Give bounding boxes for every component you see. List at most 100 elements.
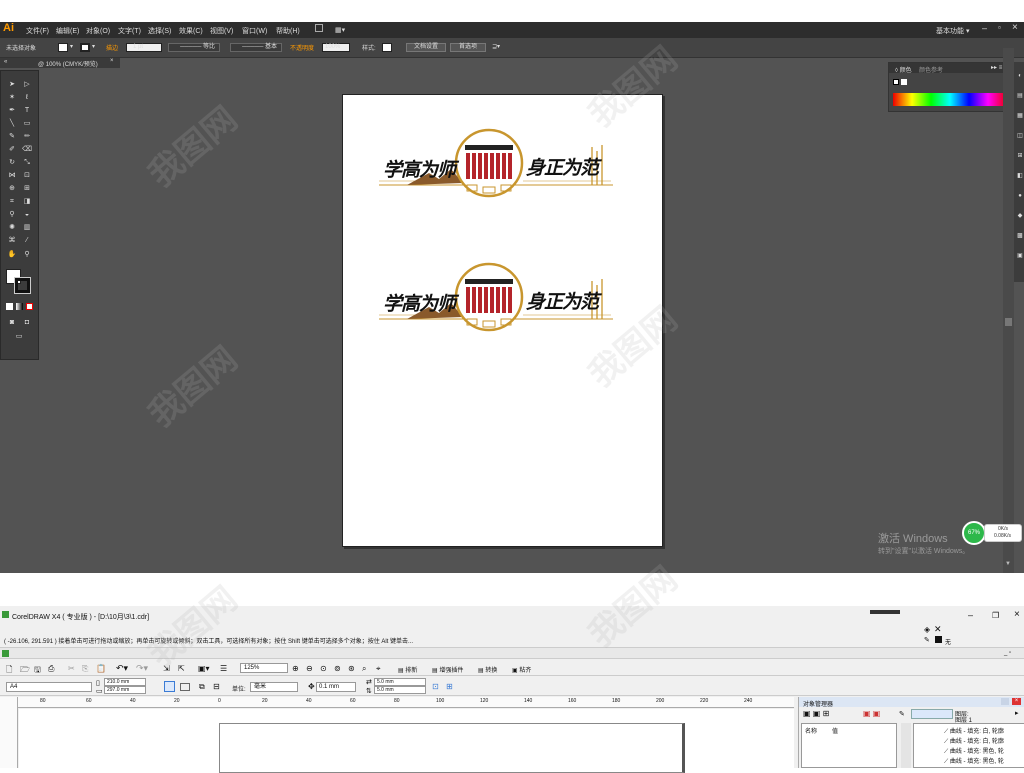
menu-select[interactable]: 选择(S) xyxy=(148,26,171,36)
layer-view-buttons[interactable] xyxy=(911,709,953,719)
redo-icon[interactable]: ↷▾ xyxy=(136,663,148,674)
object-row-2[interactable]: ⟋ 曲线 - 填充: 白, 轮廓 xyxy=(944,736,1004,746)
panel-collapse-icon[interactable]: « xyxy=(4,59,7,65)
cd-restore-icon[interactable]: ❐ xyxy=(992,611,999,620)
gradient-tool-icon[interactable]: ◨ xyxy=(22,198,32,206)
preferences-button[interactable]: 首选项 xyxy=(450,43,486,52)
menu-edit[interactable]: 编辑(E) xyxy=(56,26,79,36)
docker-collapse-icon[interactable] xyxy=(1001,698,1009,705)
artboard[interactable]: 学高为师 身正为范 学高为师 身正为范 xyxy=(342,94,663,547)
panel-icon-4[interactable]: ◫ xyxy=(1015,132,1024,140)
screen-mode-icon[interactable]: ▭ xyxy=(14,333,24,341)
document-setup-button[interactable]: 文档设置 xyxy=(406,43,446,52)
mesh-tool-icon[interactable]: ⌗ xyxy=(7,198,17,206)
tab-close-icon[interactable]: × xyxy=(110,58,114,64)
line-tool-icon[interactable]: ╲ xyxy=(7,120,17,128)
undo-icon[interactable]: ↶▾ xyxy=(116,663,128,674)
view-icon-1[interactable]: ▣ ▣ ⊞ xyxy=(803,709,829,718)
gradient-mode-icon[interactable] xyxy=(16,303,23,310)
close-icon[interactable]: × xyxy=(1012,22,1018,33)
panel-icon-1[interactable]: ◐ xyxy=(1015,72,1024,80)
eyedropper-icon[interactable]: ⚲ xyxy=(7,211,17,219)
menu-type[interactable]: 文字(T) xyxy=(118,26,141,36)
perspective-grid-icon[interactable]: ⊞ xyxy=(22,185,32,193)
net-percent-badge[interactable]: 67% xyxy=(962,521,986,545)
panel-stroke-swatch[interactable] xyxy=(901,79,907,85)
zoom-all-icon[interactable]: ⊚ xyxy=(334,664,341,673)
cut-icon[interactable]: ✂ xyxy=(68,664,75,673)
restore-icon[interactable]: ▫ xyxy=(998,23,1001,32)
hand-tool-icon[interactable]: ✋ xyxy=(7,251,17,259)
menu-view[interactable]: 视图(V) xyxy=(210,26,233,36)
plugin-btn-2[interactable]: ▤ 增强插件 xyxy=(432,665,463,674)
export-icon[interactable]: ⇱ xyxy=(178,664,185,673)
object-row-1[interactable]: ⟋ 曲线 - 填充: 白, 轮廓 xyxy=(944,726,1004,736)
cd-drawing-area[interactable] xyxy=(19,709,794,773)
layer-manager-icon[interactable]: ✎ xyxy=(899,710,905,718)
zoom-height-icon[interactable]: ⌖ xyxy=(376,664,381,674)
outline-swatch[interactable] xyxy=(935,636,942,643)
free-transform-icon[interactable]: ⊡ xyxy=(22,172,32,180)
app-launcher-icon[interactable]: ▣▾ xyxy=(198,664,210,673)
panel-icon-2[interactable]: ▤ xyxy=(1015,92,1024,100)
print-icon[interactable]: ⎙ xyxy=(48,664,54,674)
stroke-weight-field[interactable]: 1 pt xyxy=(126,43,162,52)
zoom-level-dropdown[interactable]: 125% xyxy=(240,663,288,673)
zoom-selected-icon[interactable]: ⊙ xyxy=(320,664,327,673)
type-tool-icon[interactable]: T xyxy=(22,107,32,115)
eraser-icon[interactable]: ⌫ xyxy=(22,146,32,154)
color-spectrum[interactable] xyxy=(893,93,1007,106)
rotate-tool-icon[interactable]: ↻ xyxy=(7,159,17,167)
zoom-out-icon[interactable]: ⊖ xyxy=(306,664,313,673)
vertical-scrollbar[interactable]: ▼ xyxy=(1003,48,1014,573)
panel-icon-6[interactable]: ◧ xyxy=(1015,172,1024,180)
panel-icon-3[interactable]: ▦ xyxy=(1015,112,1024,120)
magic-wand-icon[interactable]: ✶ xyxy=(7,94,17,102)
rectangle-tool-icon[interactable]: ▭ xyxy=(22,120,32,128)
portrait-icon[interactable] xyxy=(164,681,175,692)
scale-tool-icon[interactable]: ⤡ xyxy=(22,159,32,167)
cd-close-icon[interactable]: × xyxy=(1014,609,1020,620)
panel-fill-swatch[interactable] xyxy=(893,79,899,85)
blend-tool-icon[interactable]: ◒ xyxy=(22,211,32,219)
color-guide-tab[interactable]: 颜色参考 xyxy=(919,65,943,74)
snap-icon[interactable]: ⊡ xyxy=(432,682,439,691)
new-doc-icon[interactable]: 🗋 xyxy=(6,664,12,678)
panel-icon-5[interactable]: ⊞ xyxy=(1015,152,1024,160)
page-height-field[interactable]: 297.0 mm xyxy=(104,686,146,694)
draw-behind-icon[interactable]: ◘ xyxy=(22,319,32,327)
none-mode-icon[interactable] xyxy=(26,303,33,310)
menu-help[interactable]: 帮助(H) xyxy=(276,26,300,36)
all-pages-icon[interactable]: ⧉ xyxy=(199,682,205,692)
zoom-tool-icon[interactable]: ⚲ xyxy=(22,251,32,259)
plugin-btn-3[interactable]: ▤ 转换 xyxy=(478,665,497,674)
arrange-docs-icon[interactable]: ▦▾ xyxy=(335,26,345,34)
draw-normal-icon[interactable]: ◙ xyxy=(7,319,17,327)
pen-tool-icon[interactable]: ✒ xyxy=(7,107,17,115)
selection-tool-icon[interactable]: ➤ xyxy=(7,81,17,89)
stroke-label[interactable]: 描边 xyxy=(106,43,118,52)
panel-menu-icon[interactable]: ▸▸ ≡ xyxy=(991,64,1002,71)
menu-file[interactable]: 文件(F) xyxy=(26,26,49,36)
cd-minimize-icon[interactable]: – xyxy=(968,610,973,620)
no-fill-icon[interactable]: ✕ xyxy=(934,624,942,635)
zoom-page-icon[interactable]: ⊛ xyxy=(348,664,355,673)
save-icon[interactable]: 🖫 xyxy=(34,664,41,678)
plugin-btn-1[interactable]: ▤ 排新 xyxy=(398,665,417,674)
pencil-icon[interactable]: ✏ xyxy=(22,133,32,141)
minimize-icon[interactable]: – xyxy=(982,23,987,33)
shape-builder-icon[interactable]: ⊕ xyxy=(7,185,17,193)
view-icon-2[interactable]: ▣ ▣ xyxy=(863,709,880,718)
object-row-4[interactable]: ⟋ 曲线 - 填充: 黑色, 轮 xyxy=(944,756,1004,766)
zoom-width-icon[interactable]: ⌕ xyxy=(362,664,366,674)
copy-icon[interactable]: ⎘ xyxy=(82,664,88,674)
lasso-icon[interactable]: ℓ xyxy=(22,94,32,102)
welcome-screen-icon[interactable]: ☰ xyxy=(220,664,227,673)
menu-effect[interactable]: 效果(C) xyxy=(179,26,203,36)
stroke-dropdown-icon[interactable]: ▾ xyxy=(92,43,95,50)
plugin-btn-4[interactable]: ▣ 粘齐 xyxy=(512,665,531,674)
landscape-icon[interactable] xyxy=(180,683,190,691)
color-panel-tab[interactable]: ◊ 颜色 xyxy=(895,65,912,74)
panel-icon-9[interactable]: ▩ xyxy=(1015,232,1024,240)
width-tool-icon[interactable]: ⋈ xyxy=(7,172,17,180)
